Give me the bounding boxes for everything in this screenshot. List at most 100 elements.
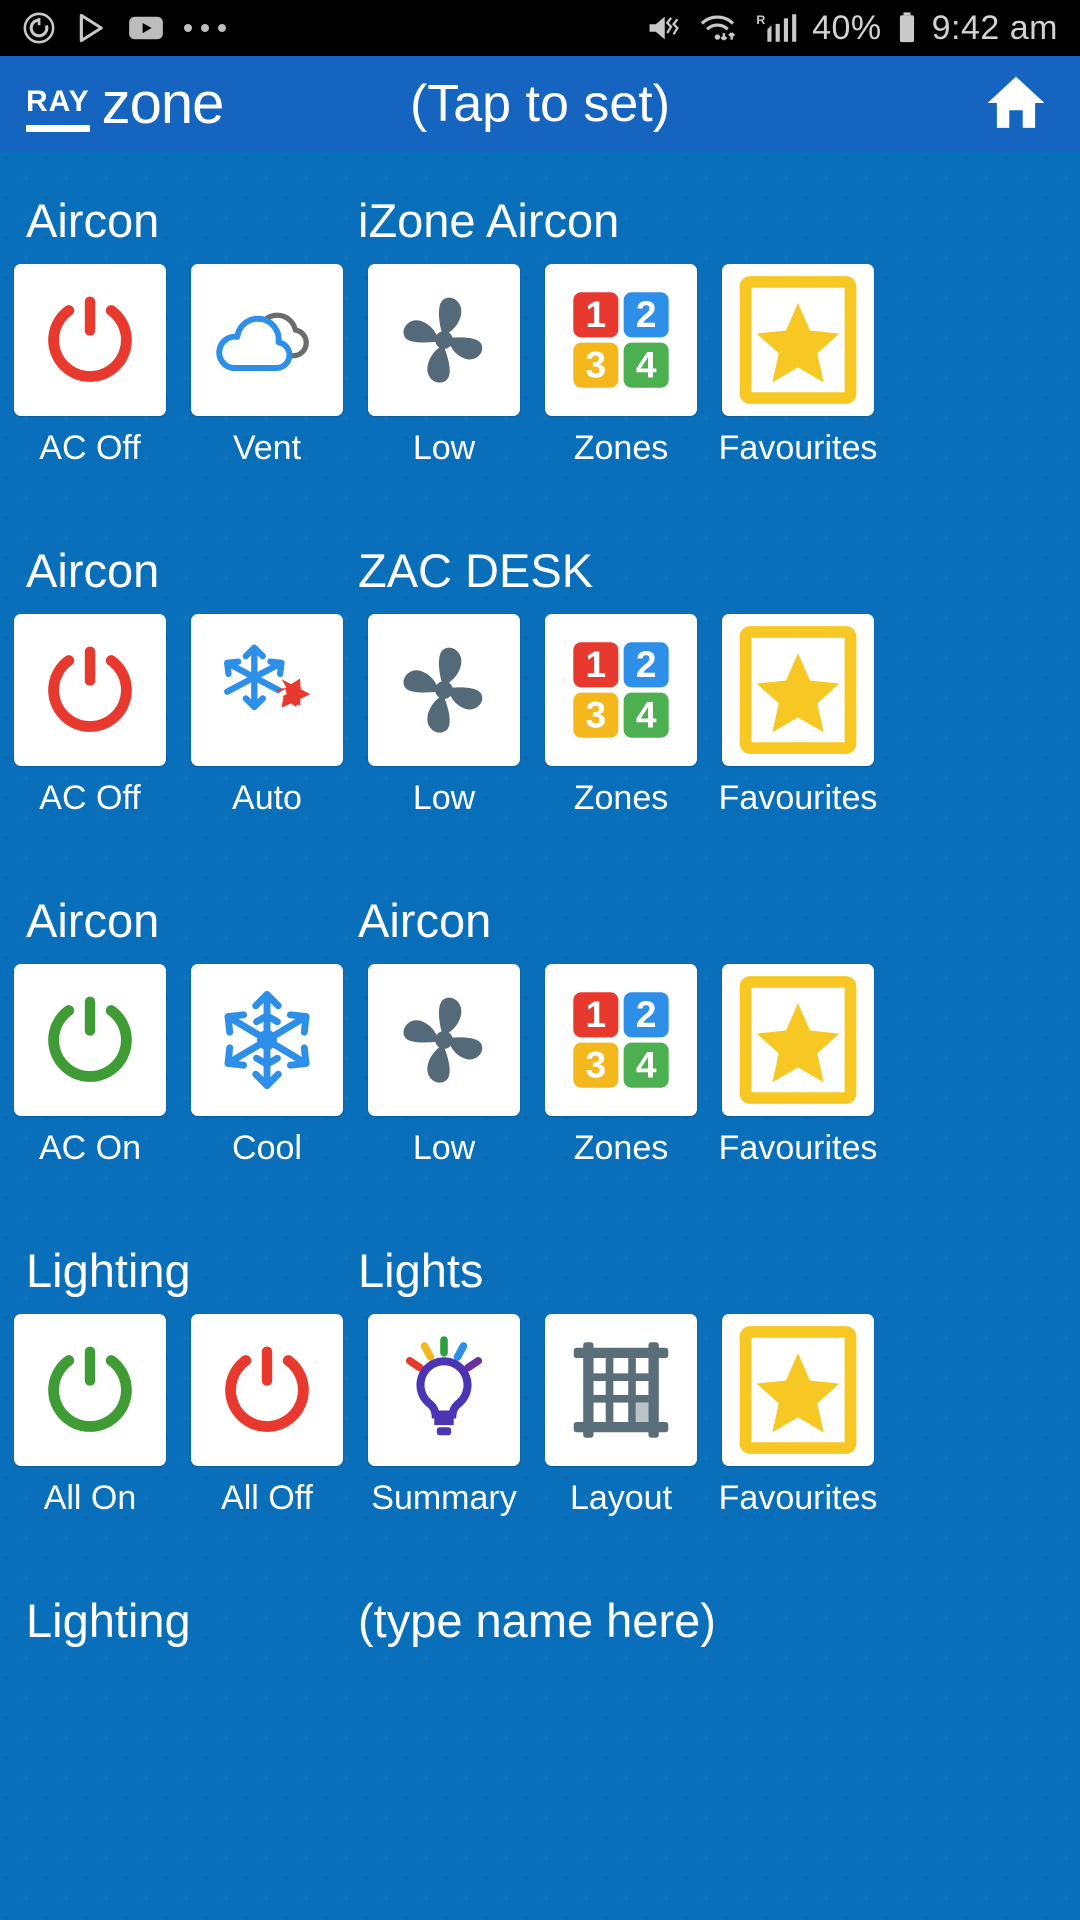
tile-zones[interactable]: 1 2 3 4 Zones xyxy=(545,614,697,818)
wifi-icon xyxy=(698,12,742,44)
tile-auto[interactable]: Auto xyxy=(191,614,343,818)
tile-layout[interactable]: Layout xyxy=(545,1314,697,1518)
tile-favourites[interactable]: Favourites xyxy=(719,614,877,818)
home-button[interactable] xyxy=(978,68,1054,140)
svg-text:4: 4 xyxy=(636,694,657,736)
svg-text:3: 3 xyxy=(586,344,607,386)
svg-text:R: R xyxy=(756,13,765,27)
status-bar: R 40% 9:42 am xyxy=(0,0,1080,56)
clock-text: 9:42 am xyxy=(931,8,1058,47)
tile-low[interactable]: Low xyxy=(368,964,520,1168)
tile-label: Favourites xyxy=(718,429,878,467)
tile-low[interactable]: Low xyxy=(368,614,520,818)
zones-icon[interactable]: 1 2 3 4 xyxy=(545,264,697,416)
scene-section: Lighting Lights All On All Off Summary L… xyxy=(0,1202,1080,1518)
lightbulb-icon[interactable] xyxy=(368,1314,520,1466)
status-bar-left-icons xyxy=(22,11,226,45)
section-type-label: Aircon xyxy=(26,544,160,597)
tile-row: AC On Cool Low 1 2 3 4 Zones Favourites xyxy=(14,964,1066,1168)
layout-grid-icon[interactable] xyxy=(545,1314,697,1466)
section-divider xyxy=(0,1168,1080,1202)
section-name-label[interactable]: iZone Aircon xyxy=(358,193,619,248)
battery-percent-text: 40% xyxy=(812,8,882,47)
tile-low[interactable]: Low xyxy=(368,264,520,468)
section-headers: Aircon ZAC DESK xyxy=(14,502,1066,598)
section-type-label: Lighting xyxy=(26,1244,191,1297)
section-name-label[interactable]: Lights xyxy=(358,1243,483,1298)
section-headers: Lighting (type name here) xyxy=(14,1552,1066,1648)
tile-row: AC Off Auto Low 1 2 3 4 Zones Favourites xyxy=(14,614,1066,818)
tile-favourites[interactable]: Favourites xyxy=(719,1314,877,1518)
tile-favourites[interactable]: Favourites xyxy=(719,964,877,1168)
cloud-vent-icon[interactable] xyxy=(191,264,343,416)
section-divider xyxy=(0,1518,1080,1552)
tile-zones[interactable]: 1 2 3 4 Zones xyxy=(545,964,697,1168)
section-name-label[interactable]: (type name here) xyxy=(358,1593,716,1648)
logo-zone-text: zone xyxy=(101,71,225,137)
scene-section: Lighting (type name here) xyxy=(0,1552,1080,1648)
svg-text:1: 1 xyxy=(586,993,607,1035)
power-on-icon[interactable] xyxy=(14,1314,166,1466)
tile-label: Zones xyxy=(573,429,669,467)
power-on-icon[interactable] xyxy=(14,964,166,1116)
svg-text:2: 2 xyxy=(636,993,657,1035)
power-off-icon[interactable] xyxy=(14,614,166,766)
tile-label: Vent xyxy=(232,429,302,467)
star-favourites-icon[interactable] xyxy=(722,964,874,1116)
svg-text:4: 4 xyxy=(636,1044,657,1086)
fan-icon[interactable] xyxy=(368,264,520,416)
section-name-label[interactable]: Aircon xyxy=(358,893,491,948)
star-favourites-icon[interactable] xyxy=(722,1314,874,1466)
tile-favourites[interactable]: Favourites xyxy=(719,264,877,468)
fan-icon[interactable] xyxy=(368,964,520,1116)
svg-text:1: 1 xyxy=(586,643,607,685)
tile-label: Zones xyxy=(573,1129,669,1167)
section-name-label[interactable]: ZAC DESK xyxy=(358,543,593,598)
zones-icon[interactable]: 1 2 3 4 xyxy=(545,614,697,766)
tile-label: AC On xyxy=(38,1129,142,1167)
status-bar-right-icons: R 40% 9:42 am xyxy=(647,9,1058,48)
svg-text:2: 2 xyxy=(636,293,657,335)
tile-vent[interactable]: Vent xyxy=(191,264,343,468)
svg-text:2: 2 xyxy=(636,643,657,685)
tile-row: All On All Off Summary Layout Favourites xyxy=(14,1314,1066,1518)
tile-all-off[interactable]: All Off xyxy=(191,1314,343,1518)
svg-text:1: 1 xyxy=(586,293,607,335)
tile-label: Zones xyxy=(573,779,669,817)
section-type-label: Lighting xyxy=(26,1594,191,1647)
auto-snowflake-sun-icon[interactable] xyxy=(191,614,343,766)
tile-label: Cool xyxy=(232,1129,302,1167)
battery-icon xyxy=(895,11,919,45)
tile-summary[interactable]: Summary xyxy=(368,1314,520,1518)
update-circle-icon xyxy=(22,11,56,45)
rayzone-logo: RAY zone xyxy=(26,71,225,137)
tile-label: Favourites xyxy=(718,1129,878,1167)
power-off-icon[interactable] xyxy=(14,264,166,416)
tile-cool[interactable]: Cool xyxy=(191,964,343,1168)
tile-label: AC Off xyxy=(39,429,141,467)
tile-label: Low xyxy=(412,429,476,467)
star-favourites-icon[interactable] xyxy=(722,614,874,766)
tile-label: Favourites xyxy=(718,779,878,817)
svg-text:3: 3 xyxy=(586,694,607,736)
scene-section: Aircon ZAC DESK AC Off Auto Low 1 2 3 4 … xyxy=(0,502,1080,818)
power-off-icon[interactable] xyxy=(191,1314,343,1466)
section-headers: Aircon iZone Aircon xyxy=(14,152,1066,248)
svg-text:3: 3 xyxy=(586,1044,607,1086)
tile-ac-off[interactable]: AC Off xyxy=(14,264,166,468)
zones-icon[interactable]: 1 2 3 4 xyxy=(545,964,697,1116)
tile-label: Low xyxy=(412,1129,476,1167)
fan-icon[interactable] xyxy=(368,614,520,766)
section-type-label: Aircon xyxy=(26,194,160,247)
scenes-list[interactable]: Aircon iZone Aircon AC Off Vent Low 1 2 3… xyxy=(0,152,1080,1920)
tile-label: Low xyxy=(412,779,476,817)
tile-ac-off[interactable]: AC Off xyxy=(14,614,166,818)
star-favourites-icon[interactable] xyxy=(722,264,874,416)
scene-section: Aircon Aircon AC On Cool Low 1 2 3 4 Zon… xyxy=(0,852,1080,1168)
tile-label: Auto xyxy=(232,779,302,817)
snowflake-icon[interactable] xyxy=(191,964,343,1116)
home-icon xyxy=(983,71,1049,138)
tile-all-on[interactable]: All On xyxy=(14,1314,166,1518)
tile-zones[interactable]: 1 2 3 4 Zones xyxy=(545,264,697,468)
tile-ac-on[interactable]: AC On xyxy=(14,964,166,1168)
